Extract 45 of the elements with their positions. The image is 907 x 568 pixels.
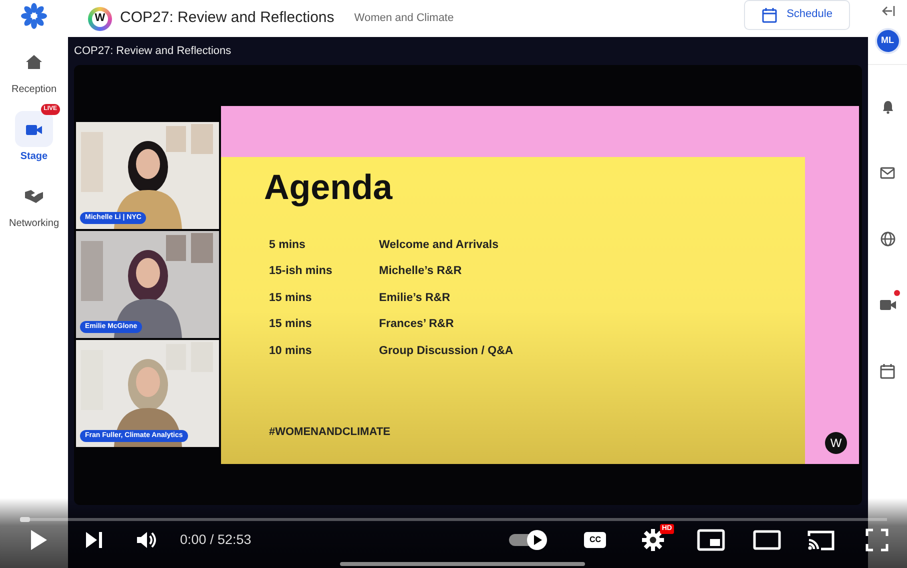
progress-bar[interactable] — [20, 518, 887, 521]
event-title: COP27: Review and Reflections — [120, 8, 334, 28]
progress-handle[interactable] — [20, 517, 30, 522]
autoplay-toggle[interactable] — [508, 529, 548, 551]
sidebar-item[interactable]: Reception — [3, 37, 65, 97]
video-camera-icon[interactable] — [25, 122, 43, 136]
miniplayer-icon[interactable] — [697, 529, 725, 551]
volume-icon[interactable] — [136, 530, 158, 550]
collapse-icon[interactable] — [880, 4, 894, 18]
agenda-time: 15 mins — [269, 290, 313, 306]
globe-icon[interactable] — [880, 230, 896, 247]
captions-button[interactable]: CC — [584, 532, 606, 548]
theater-mode-icon[interactable] — [753, 530, 781, 550]
next-icon[interactable] — [85, 531, 103, 549]
slide-hashtag: #WOMENANDCLIMATE — [269, 425, 392, 440]
video-camera-icon[interactable] — [878, 298, 896, 312]
agenda-time: 15 mins — [269, 317, 313, 332]
agenda-time: 15-ish mins — [269, 264, 334, 279]
bell-icon[interactable] — [882, 100, 894, 114]
play-icon[interactable] — [30, 529, 48, 551]
home-icon[interactable] — [25, 54, 43, 70]
fullscreen-icon[interactable] — [865, 528, 889, 552]
agenda-time: 5 mins — [269, 238, 306, 252]
schedule-button[interactable]: Schedule — [744, 0, 850, 30]
calendar-icon — [762, 6, 777, 22]
cast-icon[interactable] — [807, 529, 835, 551]
mail-icon[interactable] — [880, 166, 895, 179]
handshake-icon[interactable] — [24, 188, 44, 204]
agenda-item: Group Discussion / Q&A — [379, 344, 514, 358]
agenda-item: Welcome and Arrivals — [379, 238, 499, 252]
agenda-item: Frances’ R&R — [379, 317, 454, 332]
slide-logo: W — [825, 432, 847, 454]
agenda-item: Michelle’s R&R — [379, 264, 462, 279]
logo-icon[interactable] — [20, 2, 48, 30]
event-subtitle: Women and Climate — [354, 11, 454, 26]
event-logo: W — [88, 6, 112, 30]
agenda-time: 10 mins — [269, 344, 313, 358]
stage-title: COP27: Review and Reflections — [74, 44, 232, 59]
time-display: 0:00 / 52:53 — [180, 530, 252, 549]
calendar-icon[interactable] — [880, 362, 895, 379]
alert-dot — [894, 290, 900, 296]
slide-heading: Agenda — [264, 166, 394, 208]
sidebar-item[interactable]: Networking — [0, 171, 68, 231]
agenda-item: Emilie’s R&R — [379, 290, 450, 306]
user-avatar[interactable]: ML — [876, 30, 898, 52]
